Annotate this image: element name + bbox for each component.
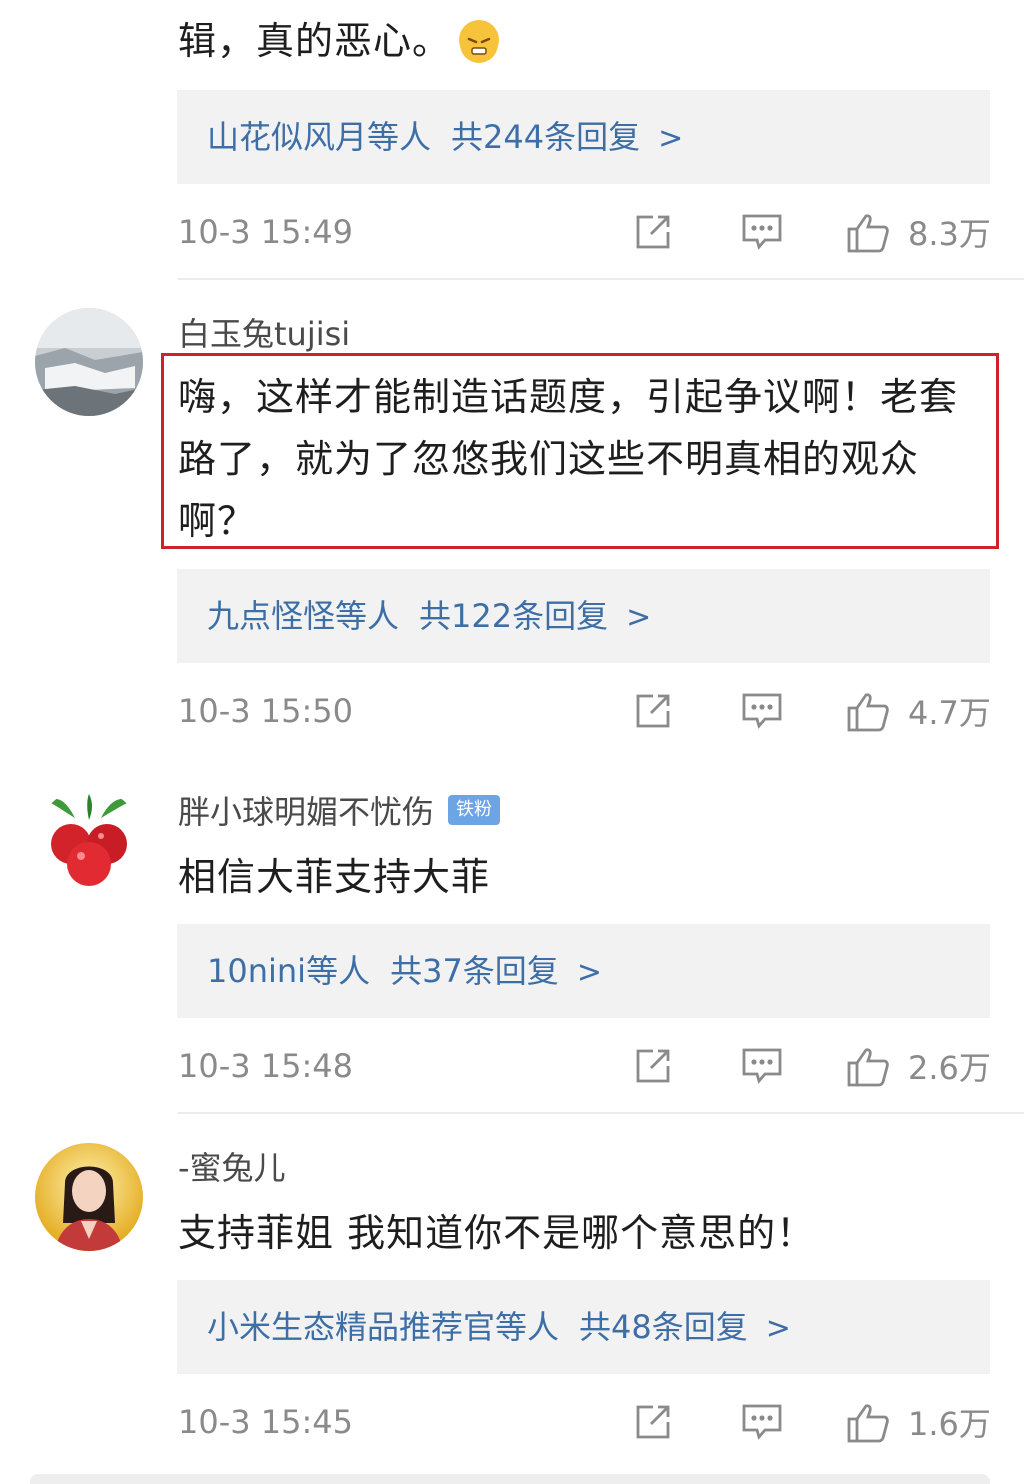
comment-text: 相信大菲支持大菲 (178, 855, 491, 899)
comment-text: 辑，真的恶心。 (178, 10, 993, 72)
share-icon[interactable] (633, 212, 673, 256)
reply-count: 共244条回复 (451, 118, 641, 156)
reply-summary-text[interactable]: 10nini等人 共37条回复 > (207, 946, 602, 998)
username[interactable]: 白玉兔tujisi (178, 312, 350, 356)
like-icon[interactable] (846, 1046, 890, 1092)
comment-meta: 10-3 15:45 1.6万 (178, 1398, 993, 1448)
like-count: 8.3万 (908, 215, 991, 253)
avatar[interactable] (35, 1143, 143, 1251)
reply-count: 共122条回复 (419, 597, 609, 635)
comment-meta: 10-3 15:49 8.3万 (178, 208, 993, 258)
reply-users: 山花似风月等人 (207, 118, 432, 156)
avatar[interactable] (35, 788, 143, 896)
username[interactable]: 胖小球明媚不忧伤 (178, 793, 434, 831)
like-icon[interactable] (846, 1402, 890, 1448)
reply-users: 小米生态精品推荐官等人 (207, 1308, 560, 1346)
divider (178, 278, 1024, 280)
avatar[interactable] (35, 308, 143, 416)
like-count: 2.6万 (908, 1049, 991, 1087)
divider (178, 1112, 1024, 1114)
reply-summary[interactable]: 山花似风月等人 共244条回复 > (177, 90, 990, 184)
comment-meta: 10-3 15:50 4.7万 (178, 687, 993, 737)
like-icon[interactable] (846, 691, 890, 737)
comment-text-content: 辑，真的恶心。 (178, 19, 452, 63)
reply-users: 九点怪怪等人 (207, 597, 400, 635)
grumpy-face-emoji-icon (459, 19, 500, 63)
reply-summary-text[interactable]: 山花似风月等人 共244条回复 > (207, 112, 683, 164)
chevron-right-icon: > (576, 955, 602, 990)
reply-users: 10nini等人 (207, 952, 371, 990)
timestamp: 10-3 15:45 (178, 1403, 354, 1441)
like-icon[interactable] (846, 212, 890, 258)
timestamp: 10-3 15:48 (178, 1047, 354, 1085)
reply-summary[interactable]: 小米生态精品推荐官等人 共48条回复 > (177, 1280, 990, 1374)
like-count: 4.7万 (908, 694, 991, 732)
comment-icon[interactable] (741, 1402, 783, 1446)
comment-icon[interactable] (741, 212, 783, 256)
like-count: 1.6万 (908, 1405, 991, 1443)
chevron-right-icon: > (765, 1311, 791, 1346)
comment-feed: 辑，真的恶心。 山花似风月等人 共244条回复 > 10-3 15:49 8.3万 (0, 0, 1024, 1484)
comment-icon[interactable] (741, 691, 783, 735)
reply-summary-text[interactable]: 九点怪怪等人 共122条回复 > (207, 591, 651, 643)
timestamp: 10-3 15:50 (178, 692, 354, 730)
comment-text: 支持菲姐 我知道你不是哪个意思的！ (178, 1211, 816, 1255)
chevron-right-icon: > (658, 121, 684, 156)
reply-summary[interactable]: 10nini等人 共37条回复 > (177, 924, 990, 1018)
share-icon[interactable] (633, 1402, 673, 1446)
share-icon[interactable] (633, 1046, 673, 1090)
bottom-bar (30, 1474, 990, 1484)
share-icon[interactable] (633, 691, 673, 735)
timestamp: 10-3 15:49 (178, 213, 354, 251)
username-row: 胖小球明媚不忧伤 铁粉 (178, 790, 501, 834)
reply-count: 共48条回复 (579, 1308, 748, 1346)
comment-meta: 10-3 15:48 2.6万 (178, 1042, 993, 1092)
reply-count: 共37条回复 (390, 952, 559, 990)
chevron-right-icon: > (626, 600, 652, 635)
reply-summary-text[interactable]: 小米生态精品推荐官等人 共48条回复 > (207, 1302, 791, 1354)
comment-text: 嗨，这样才能制造话题度，引起争议啊！老套路了，就为了忽悠我们这些不明真相的观众啊… (178, 375, 959, 543)
reply-summary[interactable]: 九点怪怪等人 共122条回复 > (177, 569, 990, 663)
fan-badge: 铁粉 (448, 795, 501, 825)
comment-icon[interactable] (741, 1046, 783, 1090)
username[interactable]: -蜜兔儿 (178, 1146, 286, 1190)
